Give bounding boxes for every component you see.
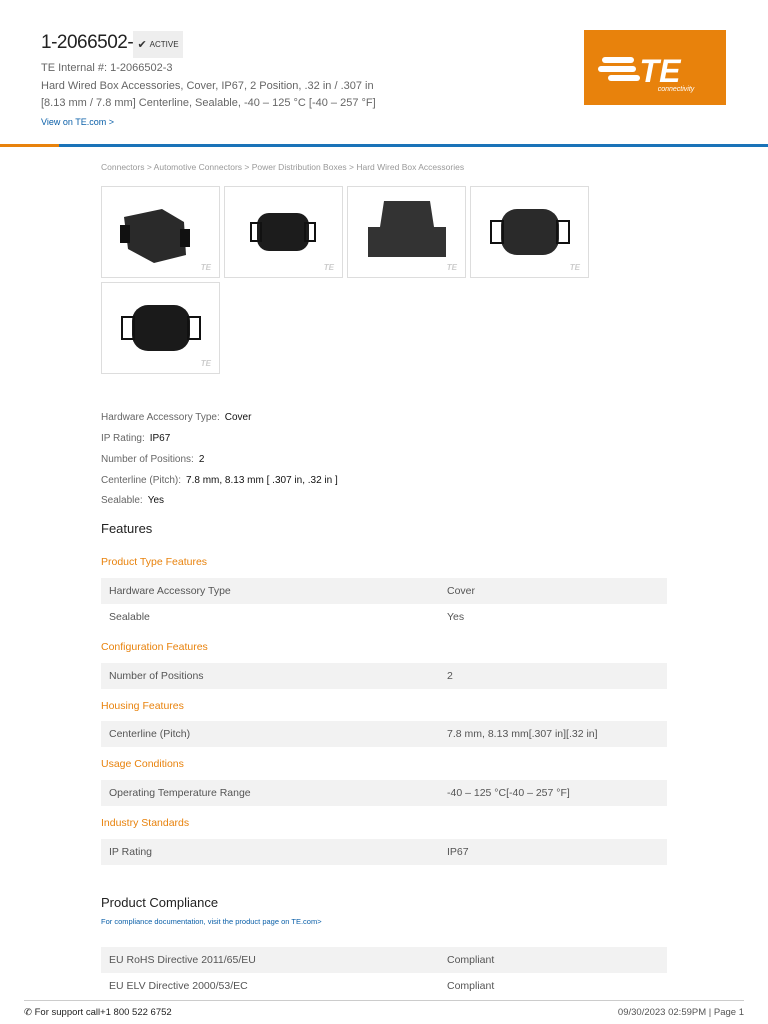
svg-text:connectivity: connectivity xyxy=(658,86,695,93)
group-title: Usage Conditions xyxy=(101,758,184,770)
footer-divider xyxy=(24,1000,744,1001)
check-icon: ✔ xyxy=(137,39,147,51)
table-row: Number of Positions 2 xyxy=(101,663,667,689)
phone-icon: ✆ xyxy=(24,1007,35,1018)
product-thumbnail[interactable]: TE xyxy=(470,186,589,278)
te-logo: TE connectivity xyxy=(584,30,726,105)
watermark: TE xyxy=(200,359,211,368)
watermark: TE xyxy=(323,263,334,272)
watermark: TE xyxy=(446,263,457,272)
group-title: Configuration Features xyxy=(101,641,208,653)
product-thumbnail[interactable]: TE xyxy=(101,282,220,374)
product-thumbnail[interactable]: TE xyxy=(101,186,220,278)
status-text: ACTIVE xyxy=(149,40,179,49)
part-number-title: 1-2066502-3 xyxy=(41,32,144,53)
spec-sealable: Sealable: Yes xyxy=(101,495,165,506)
description-line-2: [8.13 mm / 7.8 mm] Centerline, Sealable,… xyxy=(41,97,376,109)
svg-text:TE: TE xyxy=(640,53,683,89)
spec-hardware-accessory-type: Hardware Accessory Type: Cover xyxy=(101,412,252,423)
support-phone: ✆ For support call+1 800 522 6752 xyxy=(24,1007,172,1018)
group-title: Housing Features xyxy=(101,700,184,712)
table-row: EU ELV Directive 2000/53/EC Compliant xyxy=(109,980,495,992)
spec-number-of-positions: Number of Positions: 2 xyxy=(101,454,205,465)
table-row: Sealable Yes xyxy=(109,611,465,623)
features-heading: Features xyxy=(101,521,153,536)
header-divider-blue xyxy=(59,144,768,147)
watermark: TE xyxy=(200,263,211,272)
status-badge: ✔ ACTIVE xyxy=(133,31,183,58)
group-title: Product Type Features xyxy=(101,556,208,568)
watermark: TE xyxy=(569,263,580,272)
table-row: Operating Temperature Range -40 – 125 °C[… xyxy=(101,780,667,806)
header-divider-orange xyxy=(0,144,59,147)
product-thumbnail[interactable]: TE xyxy=(224,186,343,278)
spec-centerline: Centerline (Pitch): 7.8 mm, 8.13 mm [ .30… xyxy=(101,475,338,486)
group-title: Industry Standards xyxy=(101,817,190,829)
internal-number: TE Internal #: 1-2066502-3 xyxy=(41,62,173,74)
spec-ip-rating: IP Rating: IP67 xyxy=(101,433,171,444)
table-row: IP Rating IP67 xyxy=(101,839,667,865)
view-on-te-link[interactable]: View on TE.com > xyxy=(41,117,114,127)
table-row: EU RoHS Directive 2011/65/EU Compliant xyxy=(101,947,667,973)
table-row: Centerline (Pitch) 7.8 mm, 8.13 mm[.307 i… xyxy=(101,721,667,747)
table-row: Hardware Accessory Type Cover xyxy=(101,578,667,604)
date-page: 09/30/2023 02:59PM | Page 1 xyxy=(617,1007,744,1018)
compliance-link[interactable]: For compliance documentation, visit the … xyxy=(101,917,322,926)
description-line-1: Hard Wired Box Accessories, Cover, IP67,… xyxy=(41,80,374,92)
breadcrumb[interactable]: Connectors > Automotive Connectors > Pow… xyxy=(101,162,464,172)
compliance-heading: Product Compliance xyxy=(101,895,219,910)
product-thumbnail[interactable]: TE xyxy=(347,186,466,278)
